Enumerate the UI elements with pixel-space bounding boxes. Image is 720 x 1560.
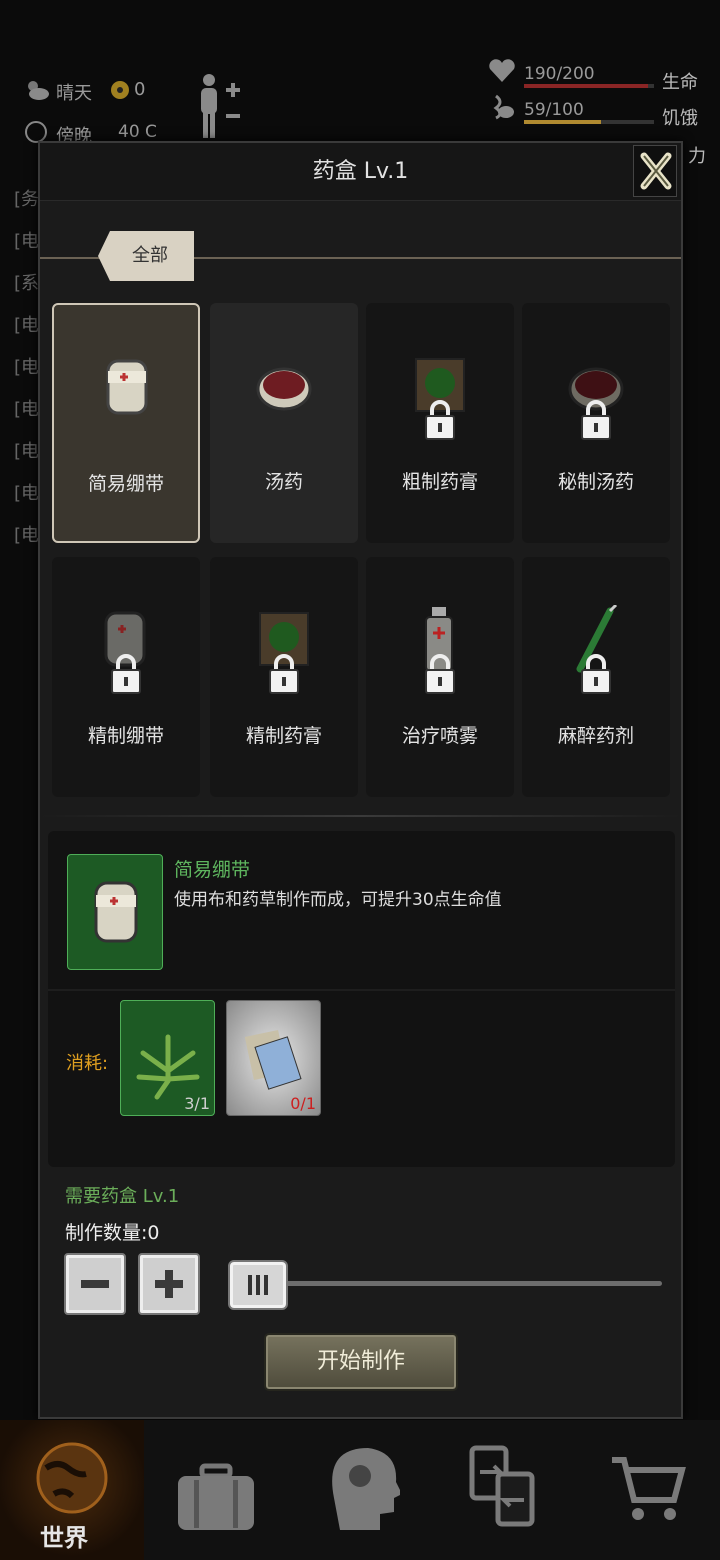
lock-icon <box>269 654 299 694</box>
recipe-secret-decoction[interactable]: 秘制汤药 <box>522 303 670 543</box>
nav-world[interactable]: 世界 <box>0 1420 144 1560</box>
material-herb[interactable]: 3/1 <box>120 1000 215 1116</box>
detail-separator <box>48 989 675 991</box>
detail-item-frame <box>67 854 163 970</box>
recipe-detail: 简易绷带 使用布和药草制作而成，可提升30点生命值 消耗: 3/1 0/1 <box>48 831 675 1167</box>
recipe-label: 精制绷带 <box>87 725 164 747</box>
recipe-label: 汤药 <box>264 471 303 493</box>
tab-all[interactable]: 全部 <box>98 231 194 281</box>
globe-icon <box>36 1442 108 1514</box>
briefcase-icon <box>178 1463 254 1530</box>
cart-icon <box>612 1457 686 1520</box>
recipe-healing-spray[interactable]: 治疗喷雾 <box>366 557 514 797</box>
start-crafting-button[interactable]: 开始制作 <box>264 1333 458 1391</box>
material-count: 0/1 <box>290 1094 316 1113</box>
recipe-label: 简易绷带 <box>87 473 164 495</box>
lock-icon <box>425 400 455 440</box>
quantity-slider-track[interactable] <box>230 1281 662 1286</box>
stomach-icon <box>493 94 514 120</box>
decrease-button[interactable] <box>64 1253 126 1315</box>
material-cloth[interactable]: 0/1 <box>226 1000 321 1116</box>
recipe-label: 麻醉药剂 <box>557 725 634 747</box>
nav-skills[interactable] <box>288 1420 432 1560</box>
heart-icon <box>489 59 515 82</box>
detail-item-description: 使用布和药草制作而成，可提升30点生命值 <box>174 890 502 910</box>
cost-label: 消耗: <box>66 1053 109 1074</box>
nav-world-label: 世界 <box>40 1524 88 1552</box>
life-label: 生命 <box>662 72 698 93</box>
recipe-decoction[interactable]: 汤药 <box>210 303 358 543</box>
recipe-refined-bandage[interactable]: 精制绷带 <box>52 557 200 797</box>
recipe-label: 治疗喷雾 <box>401 725 478 747</box>
body-status-icon[interactable] <box>196 72 242 140</box>
requirement-text: 需要药盒 Lv.1 <box>65 1186 180 1207</box>
recipe-label: 粗制药膏 <box>401 471 478 493</box>
section-divider <box>40 815 681 817</box>
lock-icon <box>425 654 455 694</box>
recipe-label: 精制药膏 <box>245 725 322 747</box>
nav-trade[interactable] <box>432 1420 576 1560</box>
weather-text: 晴天 <box>56 83 92 104</box>
stamina-label: 力 <box>688 146 706 167</box>
lock-icon <box>581 654 611 694</box>
increase-button[interactable] <box>138 1253 200 1315</box>
quantity-label: 制作数量:0 <box>65 1222 160 1244</box>
plus-icon <box>155 1270 183 1298</box>
lock-icon <box>111 654 141 694</box>
recipe-label: 秘制汤药 <box>557 471 634 493</box>
dialog-title: 药盒 Lv.1 <box>40 143 681 201</box>
recipe-anesthetic[interactable]: 麻醉药剂 <box>522 557 670 797</box>
radiation-value: 0 <box>134 79 146 100</box>
bandage-icon <box>106 359 148 415</box>
close-icon <box>640 152 672 190</box>
recipe-refined-ointment[interactable]: 精制药膏 <box>210 557 358 797</box>
status-hud: 晴天 0 傍晚 40 C 190/200 生命 59/100 饥饿 力 <box>0 0 720 167</box>
bottom-nav: 世界 <box>0 1420 720 1560</box>
quantity-slider-thumb[interactable] <box>228 1260 288 1310</box>
close-button[interactable] <box>633 145 677 197</box>
temperature-text: 40 C <box>118 122 157 142</box>
hunger-label: 饥饿 <box>662 108 698 129</box>
life-value: 190/200 <box>524 64 595 84</box>
category-tabs: 全部 <box>40 201 681 301</box>
hunger-bar <box>524 120 654 124</box>
bandage-icon <box>94 881 138 943</box>
nav-shop[interactable] <box>576 1420 720 1560</box>
recipe-simple-bandage[interactable]: 简易绷带 <box>52 303 200 543</box>
detail-item-name: 简易绷带 <box>174 859 251 881</box>
lock-icon <box>581 400 611 440</box>
nav-inventory[interactable] <box>144 1420 288 1560</box>
hunger-value: 59/100 <box>524 100 584 120</box>
head-gear-icon <box>332 1448 400 1530</box>
decoction-bowl-icon <box>256 367 312 411</box>
material-count: 3/1 <box>184 1094 210 1113</box>
life-bar <box>524 84 654 88</box>
minus-icon <box>81 1280 109 1288</box>
radiation-icon <box>111 81 129 99</box>
swap-doc-icon <box>469 1445 535 1527</box>
grip-icon <box>248 1275 268 1295</box>
recipe-crude-ointment[interactable]: 粗制药膏 <box>366 303 514 543</box>
medkit-crafting-dialog: 药盒 Lv.1 全部 简易绷带 汤药 粗制药膏 秘制汤药 精制绷带 精制药膏 治… <box>38 141 683 1419</box>
recipe-grid: 简易绷带 汤药 粗制药膏 秘制汤药 精制绷带 精制药膏 治疗喷雾 麻醉药剂 <box>50 303 670 797</box>
cloud-sun-icon <box>28 81 49 100</box>
